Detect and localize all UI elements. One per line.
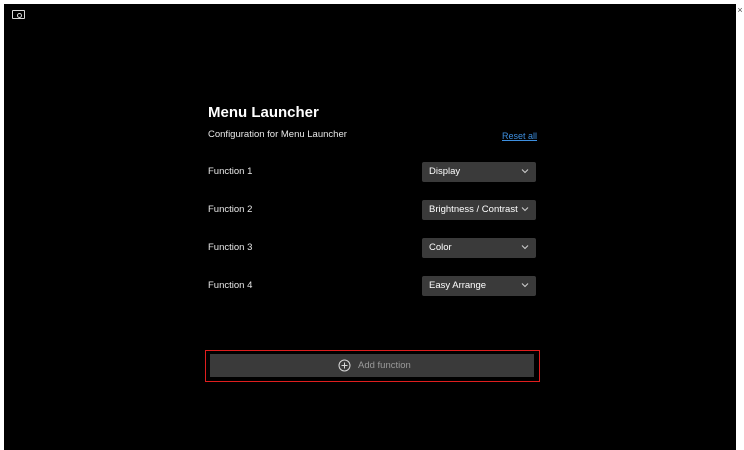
function-label: Function 3 — [208, 242, 253, 253]
function-label: Function 4 — [208, 280, 253, 291]
dropdown-value: Easy Arrange — [429, 280, 487, 291]
menu-launcher-panel: Menu Launcher Configuration for Menu Lau… — [204, 104, 540, 384]
function-row-4: Function 4 Easy Arrange — [204, 276, 540, 296]
app-content-area: Menu Launcher Configuration for Menu Lau… — [4, 4, 736, 450]
page-subtitle: Configuration for Menu Launcher — [208, 129, 347, 140]
function-1-dropdown[interactable]: Display — [422, 162, 536, 182]
function-row-1: Function 1 Display — [204, 162, 540, 182]
function-label: Function 1 — [208, 166, 253, 177]
function-row-3: Function 3 Color — [204, 238, 540, 258]
close-icon[interactable]: × — [737, 5, 743, 15]
plus-circle-icon — [338, 359, 351, 372]
dropdown-value: Brightness / Contrast — [429, 204, 518, 215]
reset-all-link[interactable]: Reset all — [502, 130, 537, 142]
function-3-dropdown[interactable]: Color — [422, 238, 536, 258]
add-function-button[interactable]: Add function — [210, 354, 534, 377]
dropdown-value: Color — [429, 242, 452, 253]
dropdown-value: Display — [429, 166, 461, 177]
add-function-highlight: Add function — [205, 350, 540, 382]
function-4-dropdown[interactable]: Easy Arrange — [422, 276, 536, 296]
chevron-down-icon — [521, 169, 529, 174]
function-label: Function 2 — [208, 204, 253, 215]
chevron-down-icon — [521, 207, 529, 212]
add-function-label: Add function — [358, 360, 411, 371]
function-row-2: Function 2 Brightness / Contrast — [204, 200, 540, 220]
chevron-down-icon — [521, 283, 529, 288]
chevron-down-icon — [521, 245, 529, 250]
function-2-dropdown[interactable]: Brightness / Contrast — [422, 200, 536, 220]
monitor-icon — [12, 10, 25, 19]
page-title: Menu Launcher — [208, 104, 319, 121]
app-window: Menu Launcher Configuration for Menu Lau… — [0, 0, 744, 450]
